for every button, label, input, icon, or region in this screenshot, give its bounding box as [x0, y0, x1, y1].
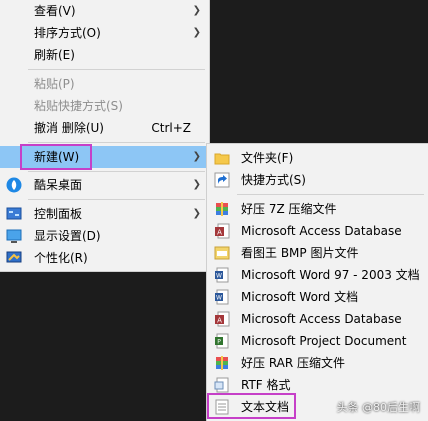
menu-label: 粘贴快捷方式(S) — [34, 99, 123, 113]
shortcut-icon — [214, 172, 230, 188]
project-document-icon: P — [215, 333, 229, 349]
submenu-item-access-database[interactable]: A Microsoft Access Database — [207, 220, 428, 242]
menu-label: 快捷方式(S) — [241, 173, 306, 187]
submenu-item-word[interactable]: W Microsoft Word 文档 — [207, 286, 428, 308]
chevron-right-icon: ❯ — [192, 151, 201, 162]
menu-separator — [28, 142, 205, 143]
menu-label: 个性化(R) — [34, 251, 88, 265]
watermark: 头条 @80后生啊 — [336, 401, 421, 414]
submenu-item-haozip-rar[interactable]: 好压 RAR 压缩文件 — [207, 352, 428, 374]
annotation-box-text-document — [207, 393, 296, 419]
menu-item-control-panel[interactable]: 控制面板 ❯ — [0, 203, 209, 225]
display-icon — [6, 229, 22, 243]
svg-text:A: A — [217, 317, 222, 325]
menu-label: 排序方式(O) — [34, 26, 101, 40]
rtf-document-icon — [214, 377, 229, 393]
menu-item-sort[interactable]: 排序方式(O) ❯ — [0, 22, 209, 44]
word-document-icon: W — [215, 289, 229, 305]
control-panel-icon — [6, 207, 22, 220]
submenu-item-haozip-7z[interactable]: 好压 7Z 压缩文件 — [207, 198, 428, 220]
menu-separator — [237, 194, 424, 195]
menu-label: 显示设置(D) — [34, 229, 101, 243]
menu-label: 刷新(E) — [34, 48, 75, 62]
chevron-right-icon: ❯ — [192, 179, 201, 190]
menu-item-view[interactable]: 查看(V) ❯ — [0, 0, 209, 22]
menu-item-kudesk[interactable]: 酷呆桌面 ❯ — [0, 174, 209, 196]
menu-label: 撤消 删除(U) — [34, 121, 104, 135]
personalize-icon — [6, 251, 22, 263]
menu-label: 控制面板 — [34, 207, 83, 221]
archive-7z-icon — [216, 202, 228, 216]
menu-item-display-settings[interactable]: 显示设置(D) — [0, 225, 209, 247]
chevron-right-icon: ❯ — [192, 27, 201, 38]
svg-text:W: W — [216, 273, 222, 280]
new-submenu: 文件夹(F) 快捷方式(S) 好压 7Z 压缩文件 A Microsoft Ac… — [206, 143, 428, 421]
bmp-image-icon — [214, 246, 230, 260]
menu-label: 酷呆桌面 — [34, 178, 83, 192]
menu-separator — [28, 69, 205, 70]
submenu-item-bmp[interactable]: 看图王 BMP 图片文件 — [207, 242, 428, 264]
menu-label: 好压 RAR 压缩文件 — [241, 356, 346, 370]
submenu-item-folder[interactable]: 文件夹(F) — [207, 147, 428, 169]
submenu-item-access-database-2[interactable]: A Microsoft Access Database — [207, 308, 428, 330]
svg-text:A: A — [217, 229, 222, 237]
menu-label: Microsoft Access Database — [241, 312, 402, 326]
folder-icon — [214, 153, 230, 165]
submenu-item-word-97-2003[interactable]: W Microsoft Word 97 - 2003 文档 — [207, 264, 428, 286]
menu-label: Microsoft Access Database — [241, 224, 402, 238]
menu-item-undo-delete[interactable]: 撤消 删除(U) Ctrl+Z — [0, 117, 209, 139]
menu-label: Microsoft Project Document — [241, 334, 407, 348]
submenu-item-project[interactable]: P Microsoft Project Document — [207, 330, 428, 352]
menu-separator — [28, 199, 205, 200]
menu-label: Microsoft Word 文档 — [241, 290, 359, 304]
chevron-right-icon: ❯ — [192, 5, 201, 16]
word-document-icon: W — [215, 267, 229, 283]
menu-item-refresh[interactable]: 刷新(E) — [0, 44, 209, 66]
access-icon: A — [215, 223, 230, 239]
menu-label: 好压 7Z 压缩文件 — [241, 202, 337, 216]
menu-item-paste-shortcut: 粘贴快捷方式(S) — [0, 95, 209, 117]
svg-text:P: P — [217, 339, 221, 346]
annotation-box-new — [20, 144, 92, 170]
submenu-item-shortcut[interactable]: 快捷方式(S) — [207, 169, 428, 191]
kudesk-icon — [6, 177, 22, 193]
svg-text:W: W — [216, 295, 222, 302]
menu-label: 看图王 BMP 图片文件 — [241, 246, 359, 260]
menu-label: 查看(V) — [34, 4, 76, 18]
menu-label: 粘贴(P) — [34, 77, 75, 91]
desktop-context-menu: 查看(V) ❯ 排序方式(O) ❯ 刷新(E) 粘贴(P) 粘贴快捷方式(S) … — [0, 0, 210, 272]
menu-item-personalize[interactable]: 个性化(R) — [0, 247, 209, 269]
menu-shortcut: Ctrl+Z — [151, 121, 191, 135]
menu-label: Microsoft Word 97 - 2003 文档 — [241, 268, 420, 282]
menu-separator — [28, 171, 205, 172]
menu-label: 文件夹(F) — [241, 151, 294, 165]
access-icon: A — [215, 311, 230, 327]
chevron-right-icon: ❯ — [192, 208, 201, 219]
menu-item-paste: 粘贴(P) — [0, 73, 209, 95]
archive-rar-icon — [216, 356, 228, 370]
